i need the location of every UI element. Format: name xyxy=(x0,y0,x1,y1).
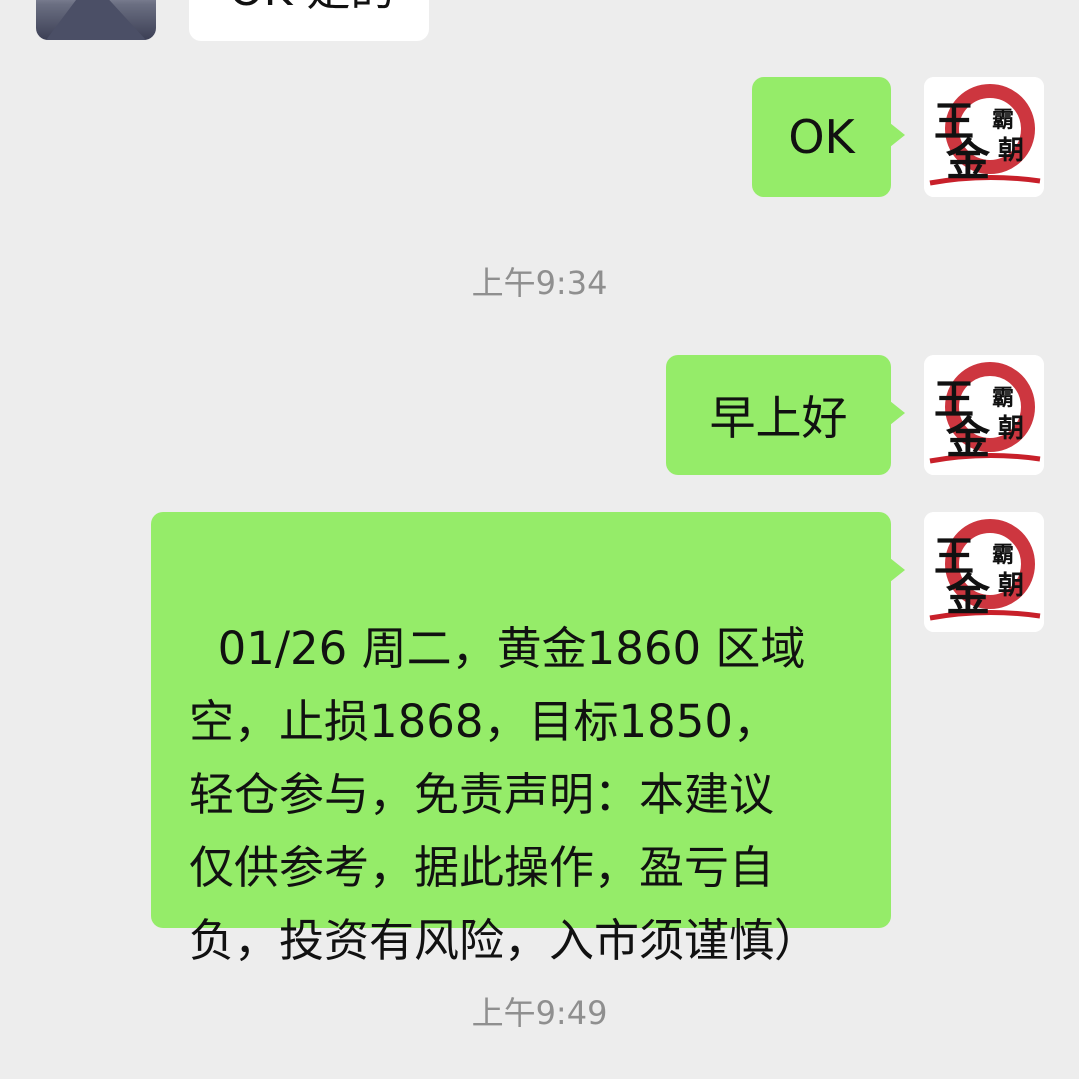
message-timestamp: 上午9:34 xyxy=(471,264,608,302)
message-text: 早上好 xyxy=(709,391,848,445)
message-text: OK xyxy=(788,110,855,164)
svg-text:金: 金 xyxy=(945,413,991,464)
outgoing-message-bubble[interactable]: OK xyxy=(752,77,905,197)
svg-text:朝: 朝 xyxy=(998,413,1024,444)
my-avatar[interactable]: 王 金 霸 朝 xyxy=(924,77,1044,197)
message-timestamp: 上午9:49 xyxy=(471,994,608,1032)
avatar-mountain-image xyxy=(46,0,146,40)
outgoing-message-bubble[interactable]: 早上好 xyxy=(666,355,905,475)
svg-text:朝: 朝 xyxy=(998,570,1024,601)
message-text: 01/26 周二，黄金1860 区域 空，止损1868，目标1850， 轻仓参与… xyxy=(189,622,820,967)
svg-text:霸: 霸 xyxy=(992,107,1014,133)
logo-icon: 王 金 霸 朝 xyxy=(924,512,1044,632)
incoming-message-bubble[interactable]: OK 是的 xyxy=(189,0,429,41)
logo-icon: 王 金 霸 朝 xyxy=(924,355,1044,475)
outgoing-message-bubble[interactable]: 01/26 周二，黄金1860 区域 空，止损1868，目标1850， 轻仓参与… xyxy=(151,512,905,967)
incoming-message-text: OK 是的 xyxy=(229,0,394,18)
svg-text:霸: 霸 xyxy=(992,542,1014,568)
svg-text:霸: 霸 xyxy=(992,385,1014,411)
svg-text:朝: 朝 xyxy=(998,135,1024,166)
logo-icon: 王 金 霸 朝 xyxy=(924,77,1044,197)
contact-avatar[interactable] xyxy=(36,0,156,40)
my-avatar[interactable]: 王 金 霸 朝 xyxy=(924,355,1044,475)
my-avatar[interactable]: 王 金 霸 朝 xyxy=(924,512,1044,632)
svg-text:金: 金 xyxy=(945,570,991,621)
svg-text:金: 金 xyxy=(945,135,991,186)
